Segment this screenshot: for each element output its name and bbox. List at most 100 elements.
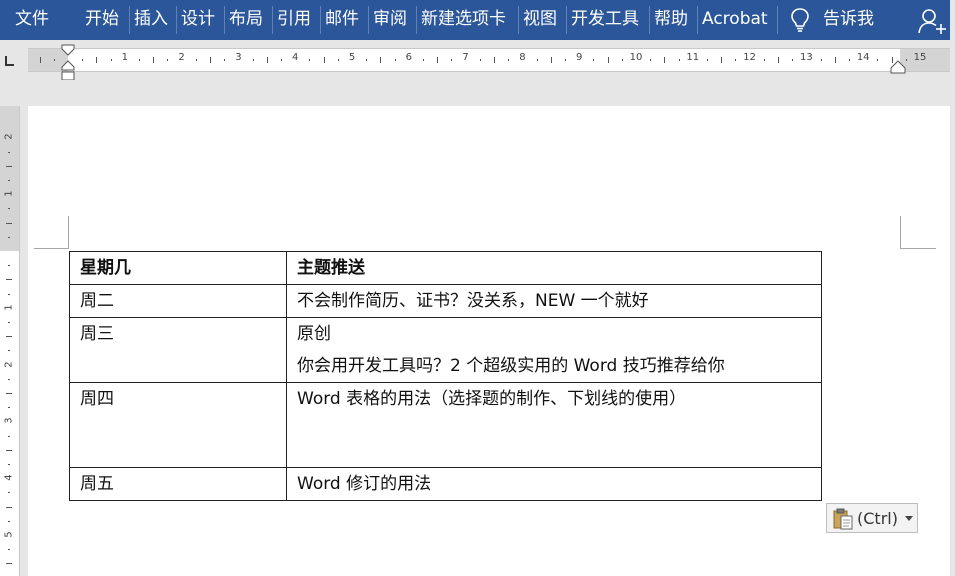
ruler-tick <box>820 59 822 61</box>
topic-cell[interactable]: Word 修订的用法 <box>286 467 822 501</box>
tab-stop-selector[interactable] <box>0 48 20 72</box>
vertical-ruler-tick <box>6 563 12 565</box>
vertical-ruler-tick <box>6 165 12 167</box>
ruler-tick <box>621 59 623 61</box>
tab-separator <box>176 6 177 34</box>
ruler-gap <box>0 80 955 106</box>
tab-separator <box>272 6 273 34</box>
paste-options-button[interactable]: (Ctrl) <box>826 503 918 533</box>
tab-design[interactable]: 设计 <box>181 0 215 40</box>
tab-new-tab[interactable]: 新建选项卡 <box>421 0 506 40</box>
tab-insert[interactable]: 插入 <box>134 0 168 40</box>
paste-options-label: (Ctrl) <box>857 509 898 528</box>
topic-cell[interactable]: Word 表格的用法（选择题的制作、下划线的使用） <box>286 382 822 468</box>
day-cell[interactable]: 周二 <box>69 284 287 318</box>
topic-line: Word 表格的用法（选择题的制作、下划线的使用） <box>297 389 687 409</box>
lightbulb-icon[interactable] <box>788 7 812 33</box>
tab-references[interactable]: 引用 <box>277 0 311 40</box>
vertical-ruler-tick <box>6 336 12 338</box>
indent-marker[interactable] <box>61 44 75 82</box>
vertical-ruler-tick <box>6 506 12 508</box>
table-header-row: 星期几 主题推送 <box>69 251 822 285</box>
ruler-tick <box>479 59 481 61</box>
vertical-ruler[interactable]: 2 1 1 2 3 4 5 <box>0 106 20 576</box>
ruler-tick <box>39 57 41 63</box>
schedule-table[interactable]: 星期几 主题推送 周二 不会制作简历、证书？没关系，NEW 一个就好 周三 原创… <box>69 251 822 501</box>
right-indent-marker[interactable] <box>890 60 906 74</box>
ruler-number: 10 <box>629 52 643 63</box>
vertical-ruler-tick <box>8 435 10 437</box>
tab-separator <box>777 6 778 34</box>
ruler-number: 4 <box>292 52 299 63</box>
tab-mailings[interactable]: 邮件 <box>325 0 359 40</box>
ruler-tick <box>721 57 723 63</box>
ruler-tick <box>707 59 708 61</box>
ruler-tick <box>82 59 84 61</box>
tab-developer[interactable]: 开发工具 <box>571 0 639 40</box>
tab-separator <box>416 6 417 34</box>
topic-line: Word 修订的用法 <box>297 474 432 494</box>
ruler-number: 13 <box>800 52 813 63</box>
ruler-tick <box>195 59 197 61</box>
ruler-number: 15 <box>913 52 927 63</box>
crop-mark <box>900 248 936 249</box>
vertical-ruler-number: 1 <box>3 190 15 197</box>
ruler-tick <box>877 59 879 61</box>
vertical-ruler-number: 4 <box>3 474 15 481</box>
tab-help[interactable]: 帮助 <box>654 0 688 40</box>
crop-mark <box>68 216 69 248</box>
ruler-number: 6 <box>405 52 412 63</box>
tab-review[interactable]: 审阅 <box>373 0 407 40</box>
ruler-tick <box>337 59 339 61</box>
day-cell[interactable]: 周四 <box>69 382 287 468</box>
vertical-ruler-tick <box>8 549 10 551</box>
ruler-tick <box>678 59 680 61</box>
tell-me-search[interactable]: 告诉我 <box>823 0 874 40</box>
ruler-tick <box>96 57 98 63</box>
ruler-tick <box>380 57 382 63</box>
tab-file[interactable]: 文件 <box>15 0 49 40</box>
vertical-ruler-tick <box>8 236 10 238</box>
topic-cell[interactable]: 不会制作简历、证书？没关系，NEW 一个就好 <box>286 284 822 318</box>
ruler-tick <box>735 59 737 61</box>
ruler-tick <box>508 59 510 61</box>
vertical-ruler-tick <box>8 350 10 352</box>
topic-cell[interactable]: 原创 你会用开发工具吗？2 个超级实用的 Word 技巧推荐给你 <box>286 317 822 383</box>
tab-separator <box>566 6 567 34</box>
topic-line: 不会制作简历、证书？没关系，NEW 一个就好 <box>297 291 649 311</box>
tab-view[interactable]: 视图 <box>523 0 557 40</box>
vertical-ruler-tick <box>8 520 10 522</box>
ruler-number: 5 <box>348 52 356 63</box>
ruler-tick <box>210 57 211 63</box>
ruler-tick <box>153 57 155 63</box>
vertical-ruler-tick <box>8 151 10 153</box>
day-cell[interactable]: 周三 <box>69 317 287 383</box>
person-add-icon[interactable] <box>918 7 948 35</box>
window-frame <box>950 0 955 576</box>
tab-home[interactable]: 开始 <box>85 0 119 40</box>
ruler-tick <box>167 59 169 61</box>
tab-separator <box>129 6 130 34</box>
vertical-ruler-number: 3 <box>3 417 15 425</box>
ruler-tick <box>565 59 566 61</box>
crop-mark <box>900 216 901 248</box>
vertical-ruler-tick <box>8 208 10 210</box>
tab-layout[interactable]: 布局 <box>229 0 263 40</box>
horizontal-ruler[interactable]: 1 2 3 4 5 6 7 8 9 10 11 12 13 14 15 <box>28 48 952 72</box>
vertical-ruler-number: 1 <box>3 304 15 311</box>
document-page[interactable]: 星期几 主题推送 周二 不会制作简历、证书？没关系，NEW 一个就好 周三 原创… <box>28 106 950 576</box>
tab-separator <box>320 6 321 34</box>
header-cell-topic[interactable]: 主题推送 <box>286 251 822 285</box>
tab-separator <box>697 6 698 34</box>
vertical-ruler-tick <box>8 180 10 181</box>
tab-acrobat[interactable]: Acrobat <box>702 0 768 40</box>
header-cell-day[interactable]: 星期几 <box>69 251 287 285</box>
ruler-number: 12 <box>743 52 756 63</box>
vertical-ruler-number: 5 <box>3 531 15 538</box>
ruler-number: 14 <box>856 52 870 63</box>
ruler-tick <box>281 59 282 61</box>
day-cell[interactable]: 周五 <box>69 467 287 501</box>
table-row: 周二 不会制作简历、证书？没关系，NEW 一个就好 <box>69 284 822 318</box>
ruler-tick <box>593 59 595 61</box>
clipboard-paste-icon <box>833 508 853 530</box>
